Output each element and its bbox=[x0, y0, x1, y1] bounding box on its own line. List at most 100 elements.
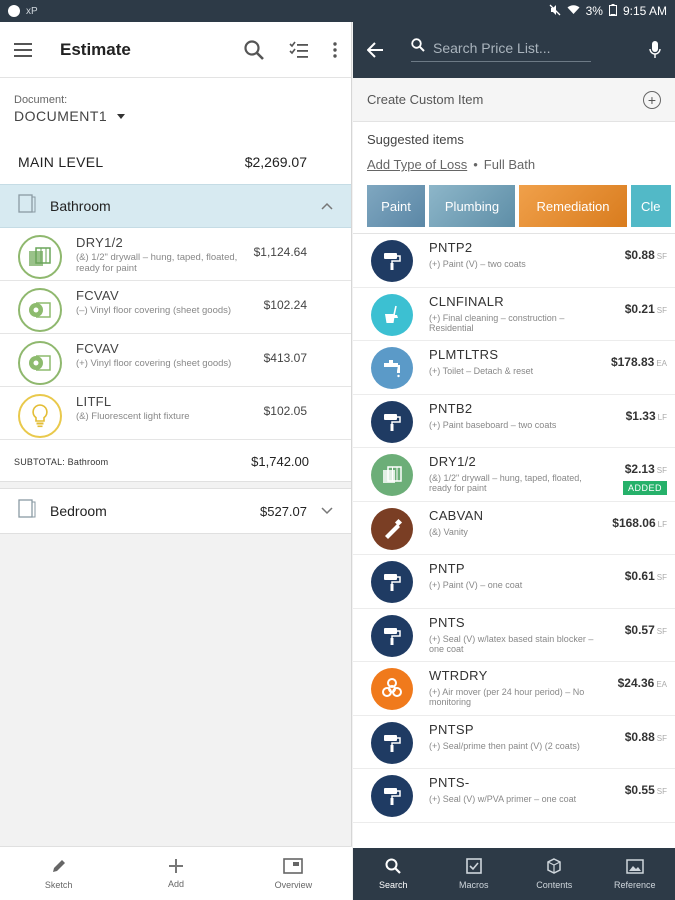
caret-down-icon bbox=[117, 113, 126, 119]
price-list-item[interactable]: PNTSP (+) Seal/prime then paint (V) (2 co… bbox=[353, 716, 675, 769]
room-header-bathroom[interactable]: Bathroom bbox=[0, 184, 351, 228]
item-unit: LF bbox=[657, 519, 667, 529]
line-item-code: DRY1/2 bbox=[76, 235, 124, 250]
search-icon bbox=[411, 38, 425, 57]
item-description: (+) Toilet – Detach & reset bbox=[429, 366, 534, 376]
item-price: $0.21 bbox=[624, 301, 655, 316]
loss-value: Full Bath bbox=[483, 157, 536, 172]
item-description: (+) Final cleaning – construction – Resi… bbox=[429, 312, 565, 333]
category-plumbing[interactable]: Plumbing bbox=[429, 185, 515, 227]
item-description: (+) Paint (V) – one coat bbox=[429, 580, 523, 590]
nav-macros[interactable]: Macros bbox=[434, 848, 515, 900]
status-bar: xP 3% 9:15 AM bbox=[0, 0, 675, 22]
item-unit: SF bbox=[656, 305, 667, 315]
add-circle-icon[interactable]: + bbox=[643, 90, 661, 109]
room-icon bbox=[18, 193, 36, 219]
drywall-icon bbox=[371, 454, 413, 496]
subtotal-amount: $1,742.00 bbox=[251, 454, 309, 469]
estimate-app-bar: Estimate bbox=[0, 22, 351, 78]
search-input[interactable] bbox=[433, 39, 583, 56]
chevron-down-icon[interactable] bbox=[321, 502, 333, 520]
checklist-icon[interactable] bbox=[289, 41, 309, 59]
price-list-bottom-nav: Search Macros Contents Reference bbox=[353, 848, 675, 900]
item-code: PNTB2 bbox=[429, 400, 473, 416]
price-list-item[interactable]: CLNFINALR (+) Final cleaning – constructi… bbox=[353, 288, 675, 341]
item-price: $0.61 bbox=[624, 569, 655, 583]
level-row[interactable]: MAIN LEVEL $2,269.07 bbox=[0, 132, 351, 184]
line-item-description: (+) Vinyl floor covering (sheet goods) bbox=[76, 358, 232, 369]
price-list-item[interactable]: PNTS- (+) Seal (V) w/PVA primer – one coa… bbox=[353, 769, 675, 823]
nav-search[interactable]: Search bbox=[353, 848, 434, 900]
menu-icon[interactable] bbox=[14, 42, 32, 57]
item-description: (+) Paint (V) – two coats bbox=[429, 259, 526, 269]
nav-reference[interactable]: Reference bbox=[595, 848, 675, 900]
room-header-bedroom[interactable]: Bedroom $527.07 bbox=[0, 488, 351, 534]
price-list-item[interactable]: PNTB2 (+) Paint baseboard – two coats $1.3… bbox=[353, 395, 675, 448]
nav-add[interactable]: Add bbox=[117, 847, 234, 900]
item-unit: SF bbox=[656, 787, 667, 796]
line-item[interactable]: FCVAV (–) Vinyl floor covering (sheet go… bbox=[0, 281, 351, 334]
plus-icon bbox=[168, 858, 183, 875]
line-item[interactable]: FCVAV (+) Vinyl floor covering (sheet go… bbox=[0, 334, 351, 387]
image-icon bbox=[626, 858, 644, 876]
price-list-item[interactable]: PLMTLTRS (+) Toilet – Detach & reset $178.… bbox=[353, 341, 675, 395]
price-list-item[interactable]: PNTP (+) Paint (V) – one coat $0.61 SF bbox=[353, 555, 675, 609]
price-list-item[interactable]: WTRDRY (+) Air mover (per 24 hour period)… bbox=[353, 662, 675, 716]
search-icon[interactable] bbox=[243, 39, 265, 61]
saw-icon bbox=[371, 507, 413, 550]
create-custom-item-row[interactable]: Create Custom Item + bbox=[353, 78, 675, 122]
price-list: PNTP2 (+) Paint (V) – two coats $0.88 SF CLN… bbox=[353, 233, 675, 823]
wifi-icon bbox=[567, 4, 580, 18]
nav-label: Macros bbox=[458, 880, 489, 890]
nav-label: Sketch bbox=[44, 879, 73, 890]
box-icon bbox=[546, 858, 562, 876]
search-icon bbox=[385, 858, 402, 876]
item-price: $0.57 bbox=[624, 622, 655, 637]
line-item[interactable]: DRY1/2 (&) 1/2" drywall – hung, taped, f… bbox=[0, 228, 351, 281]
microphone-icon[interactable] bbox=[649, 41, 661, 59]
item-code: WTRDRY bbox=[429, 668, 488, 683]
nav-sketch[interactable]: Sketch bbox=[0, 847, 117, 900]
item-unit: EA bbox=[656, 359, 667, 368]
item-unit: SF bbox=[656, 466, 667, 475]
document-dropdown[interactable]: DOCUMENT1 bbox=[14, 108, 337, 124]
clock: 9:15 AM bbox=[622, 4, 667, 18]
line-item-code: LITFL bbox=[76, 394, 112, 409]
category-remediation[interactable]: Remediation bbox=[519, 185, 627, 227]
item-code: CLNFINALR bbox=[429, 293, 504, 309]
nav-overview[interactable]: Overview bbox=[235, 847, 352, 900]
item-unit: SF bbox=[656, 573, 667, 582]
price-list-panel: Create Custom Item + Suggested items Add… bbox=[353, 22, 675, 900]
level-name: MAIN LEVEL bbox=[18, 154, 104, 170]
item-code: PNTS- bbox=[429, 775, 470, 790]
add-type-of-loss-link[interactable]: Add Type of Loss bbox=[367, 157, 467, 172]
item-description: (&) Vanity bbox=[429, 526, 468, 537]
price-list-item[interactable]: PNTP2 (+) Paint (V) – two coats $0.88 SF bbox=[353, 234, 675, 288]
more-options-icon[interactable] bbox=[333, 41, 337, 58]
cleaning-bucket-icon bbox=[371, 293, 413, 336]
price-list-item[interactable]: DRY1/2 (&) 1/2" drywall – hung, taped, fl… bbox=[353, 448, 675, 502]
nav-contents[interactable]: Contents bbox=[514, 848, 595, 900]
create-custom-item-label: Create Custom Item bbox=[367, 92, 484, 107]
price-list-item[interactable]: CABVAN (&) Vanity $168.06 LF bbox=[353, 502, 675, 555]
status-left-text: xP bbox=[26, 5, 38, 17]
item-description: (+) Seal (V) w/latex based stain blocker… bbox=[429, 633, 594, 654]
category-paint[interactable]: Paint bbox=[367, 185, 425, 227]
item-code: PNTP2 bbox=[429, 240, 473, 255]
category-cleaning[interactable]: Cle bbox=[631, 185, 671, 227]
back-arrow-icon[interactable] bbox=[367, 42, 383, 58]
line-item[interactable]: LITFL (&) Fluorescent light fixture $102… bbox=[0, 387, 351, 440]
paint-roller-icon bbox=[371, 614, 413, 657]
paint-roller-icon bbox=[371, 400, 413, 443]
item-price: $0.88 bbox=[624, 729, 655, 744]
item-code: PNTP bbox=[429, 561, 465, 576]
search-box bbox=[411, 38, 591, 62]
floor-roll-icon bbox=[18, 288, 62, 332]
item-code: PLMTLTRS bbox=[429, 347, 499, 362]
page-title: Estimate bbox=[60, 39, 131, 59]
chevron-up-icon[interactable] bbox=[321, 197, 333, 215]
suggested-header: Suggested items bbox=[367, 132, 464, 147]
line-item-amount: $413.07 bbox=[263, 351, 307, 365]
price-list-item[interactable]: PNTS (+) Seal (V) w/latex based stain blo… bbox=[353, 609, 675, 662]
battery-percent: 3% bbox=[585, 4, 603, 18]
